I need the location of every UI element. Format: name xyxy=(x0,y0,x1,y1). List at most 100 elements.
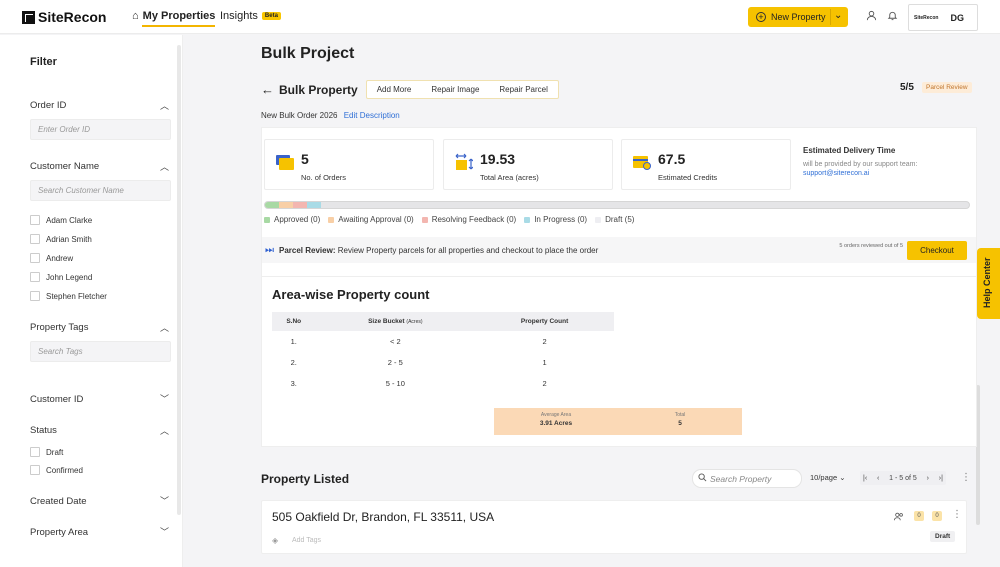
pagination: |‹ ‹ 1 - 5 of 5 › ›| xyxy=(860,471,946,485)
legend-in-progress: In Progress (0) xyxy=(524,215,587,224)
sidebar-scrollbar[interactable] xyxy=(177,45,181,515)
status-checkbox-draft[interactable]: Draft xyxy=(30,447,63,457)
nav-my-properties-label: My Properties xyxy=(142,10,216,22)
property-address[interactable]: 505 Oakfield Dr, Brandon, FL 33511, USA xyxy=(272,510,494,524)
property-card[interactable]: 505 Oakfield Dr, Brandon, FL 33511, USA … xyxy=(261,500,967,554)
legend-label: Approved (0) xyxy=(274,215,321,224)
checkbox[interactable] xyxy=(30,465,40,475)
chevron-down-icon[interactable]: ⌄ xyxy=(834,10,842,21)
property-area-label[interactable]: Property Area xyxy=(30,527,88,538)
tab-repair-parcel[interactable]: Repair Parcel xyxy=(489,81,557,98)
created-date-label[interactable]: Created Date xyxy=(30,496,87,507)
status-checkbox-confirmed[interactable]: Confirmed xyxy=(30,465,83,475)
checkbox-label: Andrew xyxy=(46,253,74,263)
first-page-icon[interactable]: |‹ xyxy=(863,475,867,482)
chevron-down-icon[interactable]: ﹀ xyxy=(160,494,169,507)
table-row: 2. 2 - 5 1 xyxy=(272,352,614,373)
area-resize-icon xyxy=(455,153,473,170)
checkbox[interactable] xyxy=(30,253,40,263)
nav-insights[interactable]: Insights Beta xyxy=(220,10,281,22)
more-options-icon[interactable]: ⋮ xyxy=(952,509,962,520)
delivery-description: will be provided by our support team: xyxy=(803,161,918,168)
status-badge: Draft xyxy=(930,531,956,542)
chevron-down-icon[interactable]: ﹀ xyxy=(160,392,169,405)
review-text: Parcel Review: Review Property parcels f… xyxy=(279,246,598,255)
chevron-up-icon[interactable]: ︿ xyxy=(160,160,169,173)
orders-caption: No. of Orders xyxy=(301,173,347,182)
checkbox[interactable] xyxy=(30,272,40,282)
customer-name-label[interactable]: Customer Name xyxy=(30,161,99,172)
back-arrow-icon[interactable]: ← xyxy=(261,82,274,97)
help-center-label: Help Center xyxy=(982,257,992,308)
users-icon[interactable] xyxy=(894,512,904,523)
legend-resolving-feedback: Resolving Feedback (0) xyxy=(421,215,516,224)
legend-approved: Approved (0) xyxy=(264,215,320,224)
total-cell: Total 5 xyxy=(618,408,742,435)
legend-label: Awaiting Approval (0) xyxy=(338,215,414,224)
beta-badge: Beta xyxy=(261,12,281,20)
chevron-up-icon[interactable]: ︿ xyxy=(160,424,169,437)
active-tab-indicator xyxy=(142,25,216,27)
next-page-icon[interactable]: › xyxy=(927,475,929,482)
header-size-bucket-unit: (Acres) xyxy=(406,319,423,325)
delivery-heading: Estimated Delivery Time xyxy=(803,146,896,155)
checkbox[interactable] xyxy=(30,291,40,301)
customer-checkbox-adrian-smith[interactable]: Adrian Smith xyxy=(30,234,92,244)
progress-segment-awaiting xyxy=(279,202,293,208)
checkbox[interactable] xyxy=(30,447,40,457)
delivery-info: Estimated Delivery Time will be provided… xyxy=(803,146,933,178)
fast-forward-icon: ⏭ xyxy=(265,244,274,256)
customer-checkbox-stephen-fletcher[interactable]: Stephen Fletcher xyxy=(30,291,107,301)
checkbox-label: Stephen Fletcher xyxy=(46,291,107,301)
siterecon-logo[interactable]: SiteRecon xyxy=(22,9,106,25)
new-property-button[interactable]: + New Property ⌄ xyxy=(748,7,848,27)
tags-search-input[interactable]: Search Tags xyxy=(30,341,171,362)
chevron-up-icon[interactable]: ︿ xyxy=(160,99,169,112)
customer-checkbox-john-legend[interactable]: John Legend xyxy=(30,272,92,282)
stat-credits: 67.5 Estimated Credits xyxy=(621,139,791,190)
customer-name-search-input[interactable]: Search Customer Name xyxy=(30,180,171,201)
edit-description-link[interactable]: Edit Description xyxy=(344,111,400,120)
help-center-button[interactable]: Help Center xyxy=(977,248,1000,319)
customer-checkbox-adam-clarke[interactable]: Adam Clarke xyxy=(30,215,92,225)
checkbox-label: Adam Clarke xyxy=(46,215,93,225)
total-label: Total xyxy=(674,412,686,418)
status-label[interactable]: Status xyxy=(30,425,57,436)
property-listed-title: Property Listed xyxy=(261,472,350,486)
chevron-down-icon[interactable]: ﹀ xyxy=(160,525,169,538)
status-progress-bar xyxy=(264,201,970,209)
chevron-up-icon[interactable]: ︿ xyxy=(160,321,169,334)
tab-add-more[interactable]: Add More xyxy=(367,81,422,98)
profile-menu[interactable]: SiteRecon DG xyxy=(908,4,978,31)
legend-swatch xyxy=(328,216,335,223)
customer-checkbox-andrew[interactable]: Andrew xyxy=(30,253,73,263)
add-tags-link[interactable]: Add Tags xyxy=(292,537,321,544)
checkout-button[interactable]: Checkout xyxy=(907,241,967,260)
page-size-select[interactable]: 10/page ⌄ xyxy=(810,473,846,482)
stage-badge: Parcel Review xyxy=(922,82,972,93)
cell-sno: 2. xyxy=(290,358,297,367)
order-id-input[interactable]: Enter Order ID xyxy=(30,119,171,140)
order-id-label[interactable]: Order ID xyxy=(30,100,66,111)
bulk-header: ← Bulk Property Add More Repair Image Re… xyxy=(261,80,559,99)
nav-my-properties[interactable]: ⌂ My Properties xyxy=(132,10,216,27)
tab-repair-image[interactable]: Repair Image xyxy=(421,81,489,98)
checkbox[interactable] xyxy=(30,215,40,225)
support-email-link[interactable]: support@siterecon.ai xyxy=(803,170,869,177)
checkbox[interactable] xyxy=(30,234,40,244)
legend-awaiting-approval: Awaiting Approval (0) xyxy=(328,215,414,224)
filter-title: Filter xyxy=(30,56,57,68)
customer-id-label[interactable]: Customer ID xyxy=(30,394,83,405)
total-value: 5 xyxy=(678,420,682,427)
stat-total-area: 19.53 Total Area (acres) xyxy=(443,139,613,190)
property-tags-label[interactable]: Property Tags xyxy=(30,322,88,333)
area-wise-table: S.No Size Bucket (Acres) Property Count … xyxy=(272,312,614,394)
property-search-input[interactable]: Search Property xyxy=(692,469,802,488)
cell-sno: 1. xyxy=(290,337,297,346)
prev-page-icon[interactable]: ‹ xyxy=(877,475,879,482)
user-icon[interactable] xyxy=(864,10,878,24)
more-options-icon[interactable]: ⋮ xyxy=(961,472,971,483)
legend-draft: Draft (5) xyxy=(595,215,634,224)
last-page-icon[interactable]: ›| xyxy=(939,475,943,482)
bell-icon[interactable] xyxy=(885,10,899,24)
